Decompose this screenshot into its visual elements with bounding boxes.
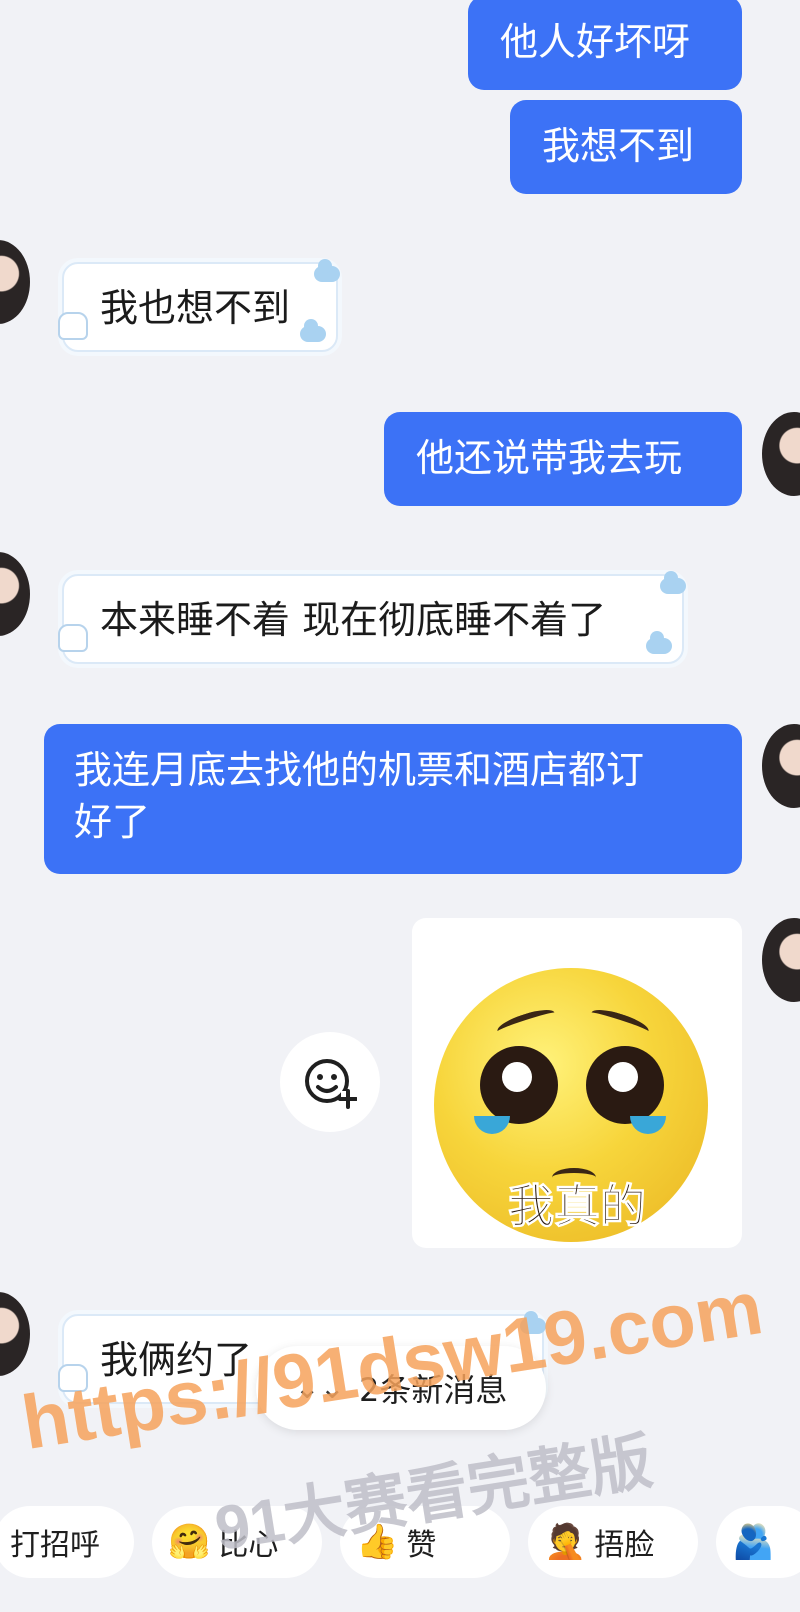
quick-reply-like[interactable]: 👍 赞 bbox=[340, 1506, 510, 1578]
quick-reply-label: 打招呼 bbox=[10, 1528, 100, 1563]
message-text: 我也想不到 bbox=[100, 286, 291, 330]
add-emoji-icon bbox=[305, 1059, 357, 1109]
message-text: 本来睡不着 现在彻底睡不着了 bbox=[100, 598, 607, 642]
quick-reply-heart[interactable]: 🤗 比心 bbox=[152, 1506, 322, 1578]
message-text: 他人好坏呀 bbox=[500, 20, 691, 64]
bubble-dog-decoration bbox=[58, 624, 88, 652]
bubble-cloud-decoration bbox=[646, 631, 672, 654]
outgoing-message-bubble[interactable]: 我想不到 bbox=[510, 100, 742, 194]
bubble-dog-decoration bbox=[58, 312, 88, 340]
thumbs-up-emoji-icon: 👍 bbox=[356, 1522, 399, 1562]
bubble-cloud-decoration bbox=[520, 1311, 546, 1334]
contact-avatar[interactable] bbox=[0, 240, 30, 324]
message-text: 他还说带我去玩 bbox=[416, 436, 683, 480]
message-text: 我俩约了 bbox=[100, 1338, 253, 1382]
quick-reply-greet[interactable]: 打招呼 bbox=[0, 1506, 134, 1578]
heart-hands-emoji-icon: 🤗 bbox=[168, 1522, 211, 1562]
bubble-cloud-decoration bbox=[660, 571, 686, 594]
sticker-message[interactable]: 我真的 bbox=[412, 918, 742, 1248]
my-avatar[interactable] bbox=[762, 412, 800, 496]
outgoing-message-bubble[interactable]: 他人好坏呀 bbox=[468, 0, 742, 90]
message-text: 我想不到 bbox=[542, 124, 695, 168]
quick-reply-bar: 打招呼 🤗 比心 👍 赞 🤦 捂脸 🫂 bbox=[0, 1496, 800, 1612]
add-sticker-button[interactable] bbox=[280, 1032, 380, 1132]
new-messages-label: 2条新消息 bbox=[358, 1371, 508, 1409]
double-chevron-down-icon: ⌄⌄ bbox=[294, 1370, 345, 1406]
quick-reply-hug[interactable]: 🫂 bbox=[716, 1506, 800, 1578]
quick-reply-label: 赞 bbox=[406, 1528, 437, 1563]
my-avatar[interactable] bbox=[762, 918, 800, 1002]
contact-avatar[interactable] bbox=[0, 1292, 30, 1376]
quick-reply-label: 捂脸 bbox=[594, 1528, 655, 1563]
bubble-cloud-decoration bbox=[300, 319, 326, 342]
new-messages-button[interactable]: ⌄⌄ 2条新消息 bbox=[256, 1346, 546, 1430]
outgoing-message-bubble[interactable]: 他还说带我去玩 bbox=[384, 412, 742, 506]
bubble-dog-decoration bbox=[58, 1364, 88, 1392]
sticker-caption: 我真的 bbox=[508, 1179, 647, 1234]
quick-reply-facepalm[interactable]: 🤦 捂脸 bbox=[528, 1506, 698, 1578]
incoming-message-bubble[interactable]: 本来睡不着 现在彻底睡不着了 bbox=[62, 574, 684, 664]
incoming-message-bubble[interactable]: 我也想不到 bbox=[62, 262, 338, 352]
message-text-line: 好了 bbox=[74, 800, 151, 844]
bubble-cloud-decoration bbox=[314, 259, 340, 282]
chat-screen: 他人好坏呀 我想不到 我也想不到 他还说带我去玩 本来睡不着 现在彻底睡不着了 … bbox=[0, 0, 800, 1612]
contact-avatar[interactable] bbox=[0, 552, 30, 636]
hug-emoji-icon: 🫂 bbox=[732, 1522, 775, 1562]
message-text-line: 我连月底去找他的机票和酒店都订 bbox=[74, 748, 645, 792]
quick-reply-label: 比心 bbox=[218, 1528, 279, 1563]
outgoing-message-bubble[interactable]: 我连月底去找他的机票和酒店都订 好了 bbox=[44, 724, 742, 874]
my-avatar[interactable] bbox=[762, 724, 800, 808]
facepalm-emoji-icon: 🤦 bbox=[544, 1522, 587, 1562]
